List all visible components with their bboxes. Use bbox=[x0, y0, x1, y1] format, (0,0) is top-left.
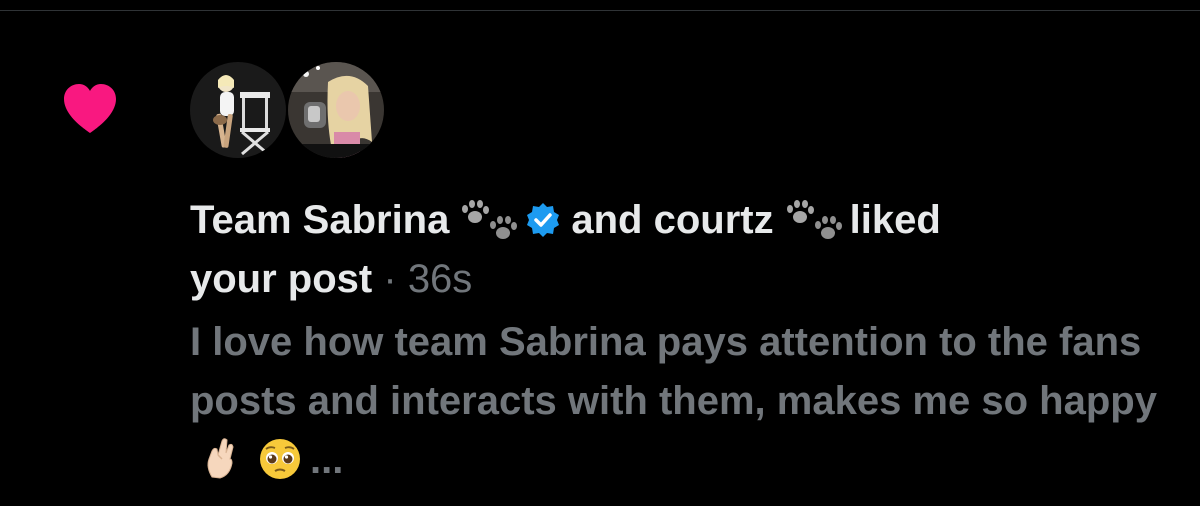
post-snippet[interactable]: I love how team Sabrina pays attention t… bbox=[190, 313, 1170, 490]
crossed-fingers-emoji-icon bbox=[207, 438, 234, 479]
pleading-face-emoji-icon bbox=[260, 439, 300, 479]
avatar-courtz[interactable] bbox=[288, 62, 384, 158]
post-snippet-text: I love how team Sabrina pays attention t… bbox=[190, 320, 1157, 423]
avatar-team-sabrina[interactable] bbox=[190, 62, 286, 158]
action-continued-text: your post bbox=[190, 257, 373, 301]
actor-name-team-sabrina[interactable]: Team Sabrina bbox=[190, 198, 449, 242]
joiner-text: and bbox=[571, 198, 643, 242]
actor-name-courtz[interactable]: courtz bbox=[654, 198, 774, 242]
action-text: liked bbox=[849, 198, 941, 242]
heart-icon bbox=[64, 84, 116, 133]
notification-headline: Team Sabrina and courtz liked your post … bbox=[190, 191, 1170, 309]
notification-body: Team Sabrina and courtz liked your post … bbox=[190, 191, 1170, 490]
verified-badge-icon bbox=[527, 203, 560, 237]
separator-dot: · bbox=[383, 257, 397, 301]
timestamp: 36s bbox=[407, 257, 473, 301]
paw-prints-emoji-icon bbox=[786, 200, 842, 239]
paw-prints-emoji-icon bbox=[462, 200, 518, 239]
actor-avatars bbox=[190, 62, 384, 166]
ellipsis: ... bbox=[310, 438, 344, 482]
like-notification[interactable]: Team Sabrina and courtz liked your post … bbox=[0, 11, 1200, 506]
top-divider bbox=[0, 0, 1200, 11]
